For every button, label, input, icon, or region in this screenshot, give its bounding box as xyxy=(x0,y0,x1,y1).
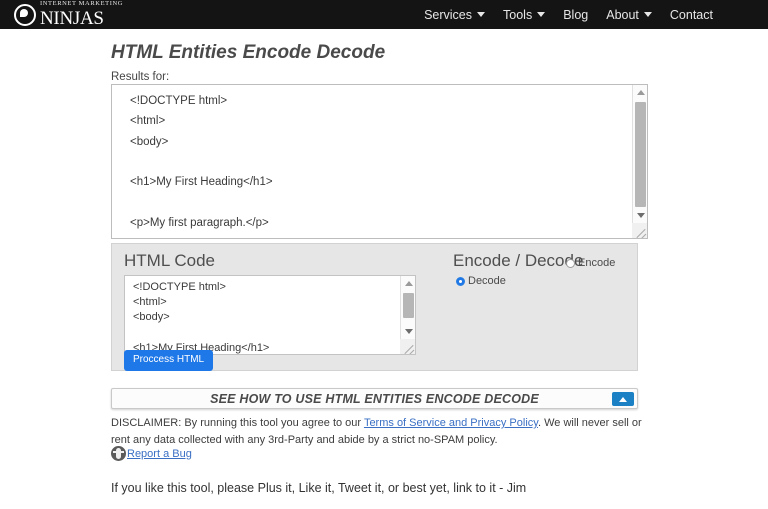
howto-label: SEE HOW TO USE HTML ENTITIES ENCODE DECO… xyxy=(210,391,539,406)
html-code-text: <!DOCTYPE html> <html> <body> <h1>My Fir… xyxy=(133,281,270,354)
terms-of-service-link[interactable]: Terms of Service and Privacy Policy xyxy=(364,417,538,429)
howto-expand-toggle[interactable] xyxy=(612,392,634,406)
chevron-up-icon xyxy=(619,396,627,402)
scroll-down-icon[interactable] xyxy=(401,324,415,339)
main-nav: Services Tools Blog About Contact xyxy=(424,8,713,22)
radio-option-decode[interactable]: Decode xyxy=(456,275,506,287)
nav-label-contact: Contact xyxy=(669,7,713,22)
chevron-down-icon xyxy=(477,12,486,17)
report-bug-link[interactable]: Report a Bug xyxy=(127,448,192,460)
site-logo[interactable]: INTERNET MARKETING NINJAS xyxy=(14,1,123,28)
disclaimer-text: DISCLAIMER: By running this tool you agr… xyxy=(111,415,651,449)
bug-icon xyxy=(111,446,126,461)
scroll-up-icon[interactable] xyxy=(633,85,647,100)
chevron-down-icon xyxy=(537,12,546,17)
chevron-down-icon xyxy=(643,12,652,17)
resize-handle[interactable] xyxy=(400,339,415,354)
nav-item-about[interactable]: About xyxy=(606,8,652,22)
nav-item-blog[interactable]: Blog xyxy=(563,8,588,22)
site-header: INTERNET MARKETING NINJAS Services Tools… xyxy=(0,0,768,29)
logo-tagline: INTERNET MARKETING xyxy=(40,0,124,8)
nav-label-about: About xyxy=(606,7,639,22)
logo-name: NINJAS xyxy=(40,7,104,29)
resize-handle[interactable] xyxy=(632,223,647,238)
scrollbar-thumb[interactable] xyxy=(635,102,646,207)
proccess-html-button[interactable]: Proccess HTML xyxy=(124,350,214,371)
ninja-swirl-icon xyxy=(14,3,36,26)
scroll-up-icon[interactable] xyxy=(401,276,415,291)
radio-encode-label: Encode xyxy=(578,257,616,269)
page-title: HTML Entities Encode Decode xyxy=(111,42,386,63)
results-text: <!DOCTYPE html> <html> <body> <h1>My Fir… xyxy=(130,95,273,229)
nav-label-blog: Blog xyxy=(563,7,589,22)
disclaimer-part1: DISCLAIMER: By running this tool you agr… xyxy=(111,417,364,429)
encode-decode-heading: Encode / Decode xyxy=(453,251,584,270)
results-label: Results for: xyxy=(111,71,170,83)
html-code-heading: HTML Code xyxy=(124,251,216,270)
logo-text: INTERNET MARKETING NINJAS xyxy=(40,1,123,28)
report-bug-row[interactable]: Report a Bug xyxy=(111,446,192,461)
scrollbar-thumb[interactable] xyxy=(403,293,414,318)
tool-panel: HTML Code Encode / Decode Encode Decode … xyxy=(111,243,638,371)
nav-label-services: Services xyxy=(424,7,473,22)
nav-item-contact[interactable]: Contact xyxy=(670,8,713,22)
radio-decode-label: Decode xyxy=(468,275,506,287)
radio-option-encode[interactable]: Encode xyxy=(566,257,615,269)
nav-label-tools: Tools xyxy=(503,7,533,22)
results-scrollbar[interactable] xyxy=(632,85,647,238)
nav-item-tools[interactable]: Tools xyxy=(503,7,546,22)
howto-bar[interactable]: SEE HOW TO USE HTML ENTITIES ENCODE DECO… xyxy=(111,388,638,409)
scroll-down-icon[interactable] xyxy=(633,208,647,223)
radio-encode-input[interactable] xyxy=(566,258,575,268)
footer-note: If you like this tool, please Plus it, L… xyxy=(111,481,527,495)
radio-decode-input[interactable] xyxy=(456,276,465,286)
nav-item-services[interactable]: Services xyxy=(424,7,486,22)
html-code-textarea[interactable]: <!DOCTYPE html> <html> <body> <h1>My Fir… xyxy=(124,275,416,355)
results-textarea[interactable]: <!DOCTYPE html> <html> <body> <h1>My Fir… xyxy=(111,84,648,239)
